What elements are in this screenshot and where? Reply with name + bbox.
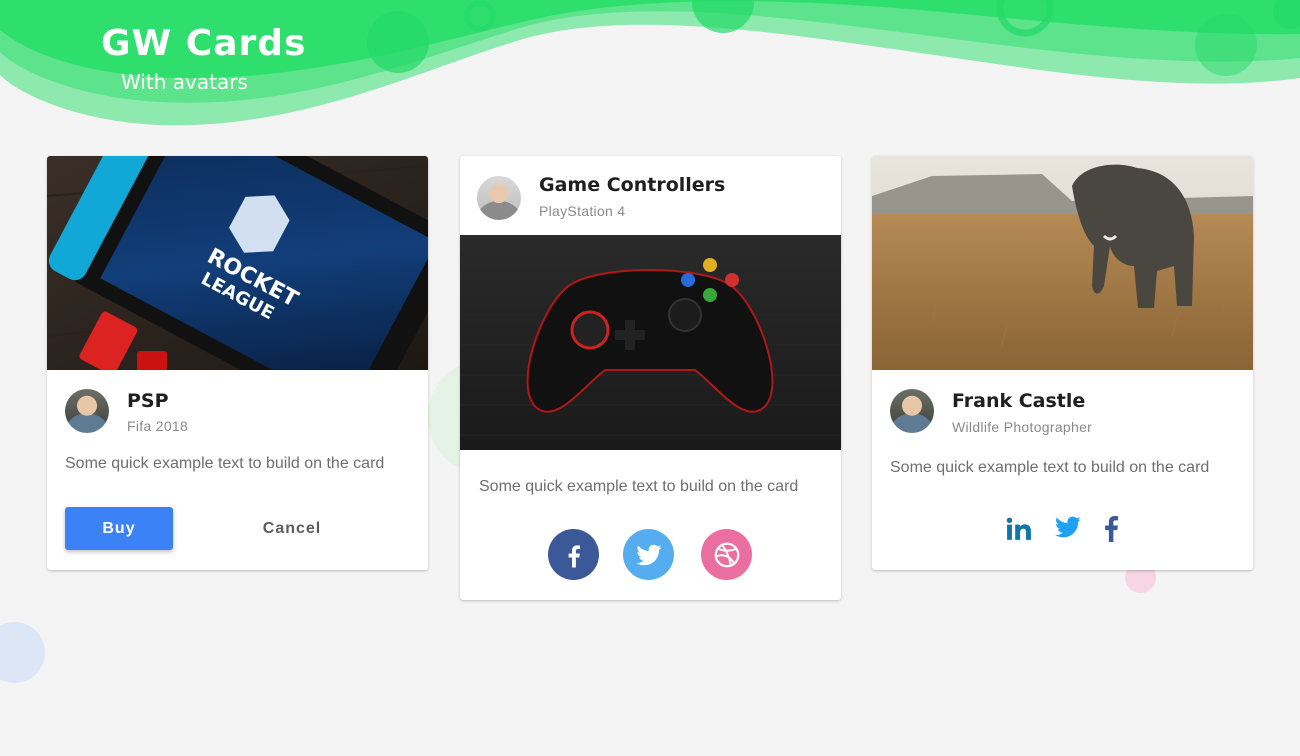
avatar [477,176,521,220]
dribbble-button[interactable] [701,529,752,580]
avatar [65,389,109,433]
dribbble-icon [714,542,739,567]
card-image-gamepad [460,235,841,450]
decorative-blob [0,622,45,683]
avatar [890,389,934,433]
card-title: PSP [127,390,169,412]
twitter-button[interactable] [1053,514,1083,542]
card-title: Frank Castle [952,390,1086,412]
page-subtitle: With avatars [121,70,248,94]
card-subtitle: PlayStation 4 [539,203,626,219]
card-game-controllers: Game Controllers PlayStation 4 Some quic… [460,156,841,600]
card-text: Some quick example text to build on the … [65,455,385,472]
card-subtitle: Wildlife Photographer [952,419,1093,435]
card-psp: ROCKET LEAGUE PSP Fifa 2018 Some quick e… [47,156,428,570]
twitter-button[interactable] [623,529,674,580]
facebook-button[interactable] [1100,515,1122,543]
card-text: Some quick example text to build on the … [479,478,799,495]
twitter-icon [636,544,661,565]
card-image-rocket-league: ROCKET LEAGUE [47,156,428,370]
card-text: Some quick example text to build on the … [890,459,1210,476]
card-frank-castle: Frank Castle Wildlife Photographer Some … [872,156,1253,570]
cancel-button[interactable]: Cancel [237,507,347,550]
twitter-icon [1055,516,1081,538]
linkedin-icon [1006,517,1031,540]
brand: GW Cards With avatars [101,22,306,94]
card-image-elephant [872,156,1253,370]
page-title: GW Cards [101,23,307,64]
facebook-icon [1105,516,1119,542]
facebook-icon [568,544,580,567]
buy-button[interactable]: Buy [65,507,173,550]
linkedin-button[interactable] [1004,515,1034,543]
facebook-button[interactable] [548,529,599,580]
card-title: Game Controllers [539,174,726,196]
card-subtitle: Fifa 2018 [127,418,189,434]
